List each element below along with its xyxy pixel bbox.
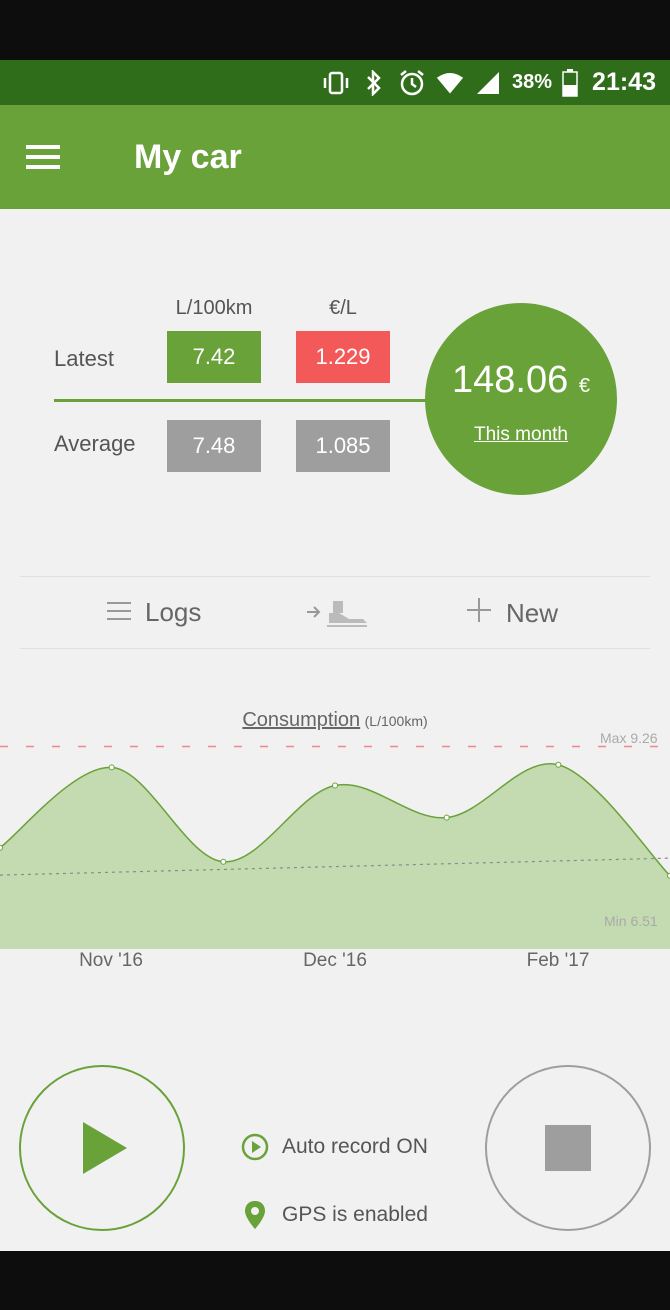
average-consumption-value: 7.48 (167, 420, 261, 472)
top-system-area (0, 0, 670, 60)
x-tick-dec-16: Dec '16 (303, 950, 367, 971)
latest-price-value: 1.229 (296, 331, 390, 383)
new-entry-button[interactable]: New (466, 597, 558, 630)
chart-title-link[interactable]: Consumption (242, 709, 360, 731)
data-point (108, 764, 115, 771)
data-point (443, 814, 450, 821)
status-bar: 38% 21:43 (0, 60, 670, 105)
row-label-average: Average (54, 431, 136, 456)
play-circle-icon (240, 1132, 270, 1162)
data-point (332, 782, 339, 789)
currency-symbol: € (578, 374, 590, 397)
this-month-link[interactable]: This month (474, 424, 568, 446)
divider-bottom (20, 648, 650, 649)
alarm-icon (398, 69, 426, 97)
refuel-transfer-button[interactable] (305, 599, 369, 634)
column-header-price: €/L (329, 297, 357, 319)
bottom-system-area (0, 1251, 670, 1310)
battery-percent: 38% (512, 71, 553, 93)
wifi-icon (436, 69, 464, 97)
hamburger-icon (26, 142, 60, 172)
battery-icon (562, 68, 578, 97)
row-label-latest: Latest (54, 346, 114, 371)
min-label: Min 6.51 (604, 913, 658, 929)
data-point (220, 858, 227, 865)
data-point (555, 761, 562, 768)
play-icon (83, 1122, 127, 1174)
x-tick-nov-16: Nov '16 (79, 950, 143, 971)
vibrate-icon (322, 69, 350, 97)
x-tick-feb-17: Feb '17 (526, 950, 590, 971)
logs-label: Logs (145, 597, 202, 627)
latest-consumption-value: 7.42 (167, 331, 261, 383)
chart-unit: (L/100km) (364, 713, 428, 729)
cell-signal-icon (474, 69, 502, 97)
consumption-chart (0, 745, 670, 949)
gps-status: GPS is enabled (240, 1200, 428, 1230)
stop-icon (545, 1125, 591, 1171)
consumption-area (0, 763, 670, 949)
menu-button[interactable] (0, 105, 104, 209)
fuel-pump-transfer-icon (305, 599, 369, 634)
auto-record-status: Auto record ON (240, 1132, 428, 1162)
stop-recording-button[interactable] (485, 1065, 651, 1231)
max-label: Max 9.26 (600, 730, 658, 746)
gps-label: GPS is enabled (282, 1203, 428, 1226)
stats-divider (54, 399, 434, 402)
app-title: My car (134, 137, 242, 176)
main-content: L/100km €/L Latest 7.42 1.229 Average 7.… (0, 209, 670, 1251)
divider-top (20, 576, 650, 577)
clock: 21:43 (592, 68, 656, 96)
logs-button[interactable]: Logs (107, 597, 201, 628)
location-pin-icon (240, 1200, 270, 1230)
start-recording-button[interactable] (19, 1065, 185, 1231)
new-label: New (506, 598, 559, 628)
column-header-consumption: L/100km (175, 297, 253, 319)
monthly-total-circle[interactable]: 148.06 € This month (425, 303, 617, 495)
data-point (0, 844, 3, 851)
app-bar: My car (0, 105, 670, 209)
average-price-value: 1.085 (296, 420, 390, 472)
bluetooth-icon (360, 69, 388, 97)
plus-icon (466, 597, 492, 630)
monthly-total-amount: 148.06 € (452, 358, 590, 401)
list-icon (107, 597, 131, 628)
auto-record-label: Auto record ON (282, 1135, 428, 1158)
